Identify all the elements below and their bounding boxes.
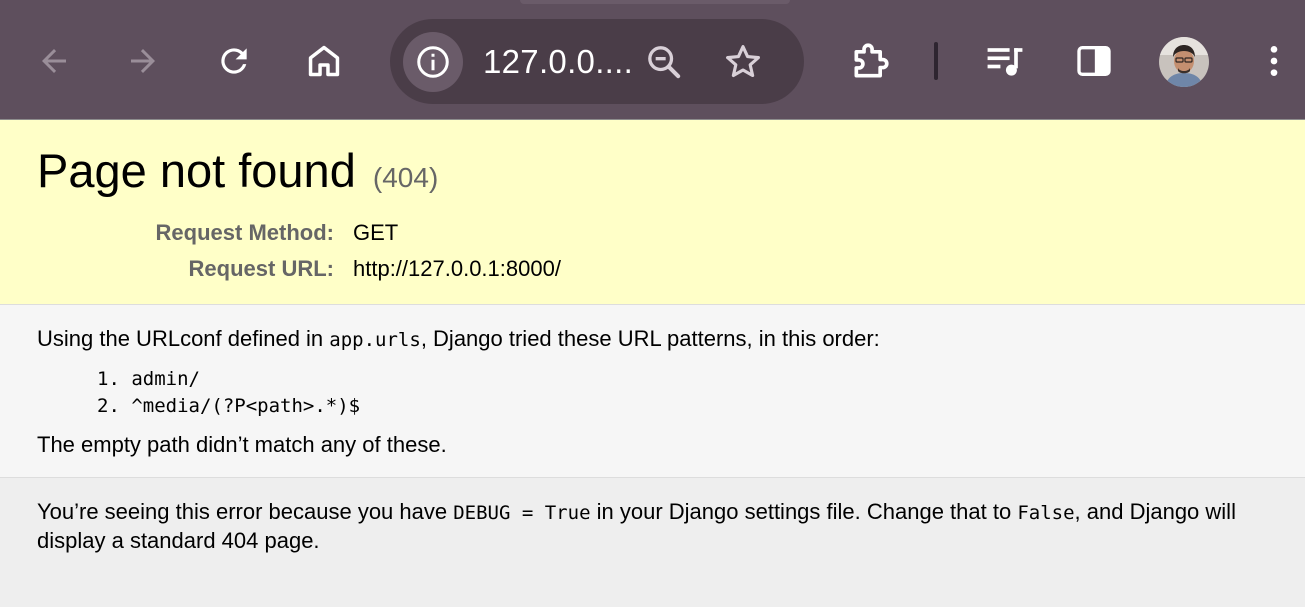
- no-match-message: The empty path didn’t match any of these…: [37, 432, 447, 457]
- active-tab-edge: [520, 0, 790, 4]
- home-button[interactable]: [294, 31, 354, 91]
- media-playlist-icon: [987, 48, 1023, 76]
- pattern-text: admin/: [131, 368, 200, 390]
- debug-explanation-text: You’re seeing this error because you hav…: [37, 498, 1267, 555]
- page-title: Page not found (404): [37, 143, 438, 198]
- reload-icon: [221, 48, 247, 74]
- media-controls-button[interactable]: [975, 31, 1035, 91]
- status-code: (404): [372, 162, 439, 193]
- pattern-text: ^media/(?P<path>.*)$: [131, 395, 361, 417]
- reload-button[interactable]: [204, 31, 264, 91]
- false-code: False: [1017, 502, 1075, 524]
- back-arrow-icon: [42, 49, 66, 73]
- explanation-part1: You’re seeing this error because you hav…: [37, 499, 454, 524]
- intro-text-before: Using the URLconf defined in: [37, 326, 330, 351]
- forward-arrow-icon: [131, 49, 155, 73]
- title-text: Page not found: [37, 144, 356, 197]
- url-pattern-item: 2. ^media/(?P<path>.*)$: [97, 393, 360, 420]
- zoom-button[interactable]: [642, 40, 686, 84]
- avatar[interactable]: [1159, 37, 1209, 87]
- pattern-number: 1.: [97, 368, 120, 390]
- address-bar[interactable]: 127.0.0....: [390, 19, 804, 104]
- toolbar-divider: [934, 42, 938, 80]
- url-pattern-item: 1. admin/: [97, 366, 360, 393]
- request-url-value: http://127.0.0.1:8000/: [353, 256, 561, 281]
- menu-dots-icon: [1270, 46, 1278, 76]
- debug-setting-code: DEBUG = True: [453, 502, 591, 524]
- explanation-part2: in your Django settings file. Change tha…: [590, 499, 1018, 524]
- home-icon: [308, 45, 340, 77]
- urlconf-intro: Using the URLconf defined in app.urls, D…: [37, 326, 880, 352]
- request-method-label: Request Method:: [155, 220, 334, 245]
- site-info-button[interactable]: [403, 32, 463, 92]
- side-panel-button[interactable]: [1064, 31, 1124, 91]
- star-icon: [726, 45, 760, 78]
- request-method-value: GET: [353, 220, 399, 245]
- urlconf-module: app.urls: [329, 329, 421, 351]
- request-url-label: Request URL:: [188, 256, 334, 281]
- info-icon: [417, 46, 449, 78]
- intro-text-after: , Django tried these URL patterns, in th…: [420, 326, 880, 351]
- extensions-button[interactable]: [841, 31, 901, 91]
- profile-photo: [1159, 37, 1209, 87]
- back-button[interactable]: [24, 31, 84, 91]
- extensions-icon: [854, 43, 889, 78]
- address-text[interactable]: 127.0.0....: [483, 43, 633, 81]
- pattern-number: 2.: [97, 395, 120, 417]
- side-panel-icon: [1077, 46, 1111, 76]
- browser-menu-button[interactable]: [1244, 31, 1304, 91]
- browser-toolbar: 127.0.0....: [0, 0, 1305, 120]
- bookmark-button[interactable]: [721, 40, 765, 84]
- zoom-out-icon: [648, 46, 681, 79]
- forward-button[interactable]: [113, 31, 173, 91]
- url-pattern-list: 1. admin/ 2. ^media/(?P<path>.*)$: [97, 366, 360, 420]
